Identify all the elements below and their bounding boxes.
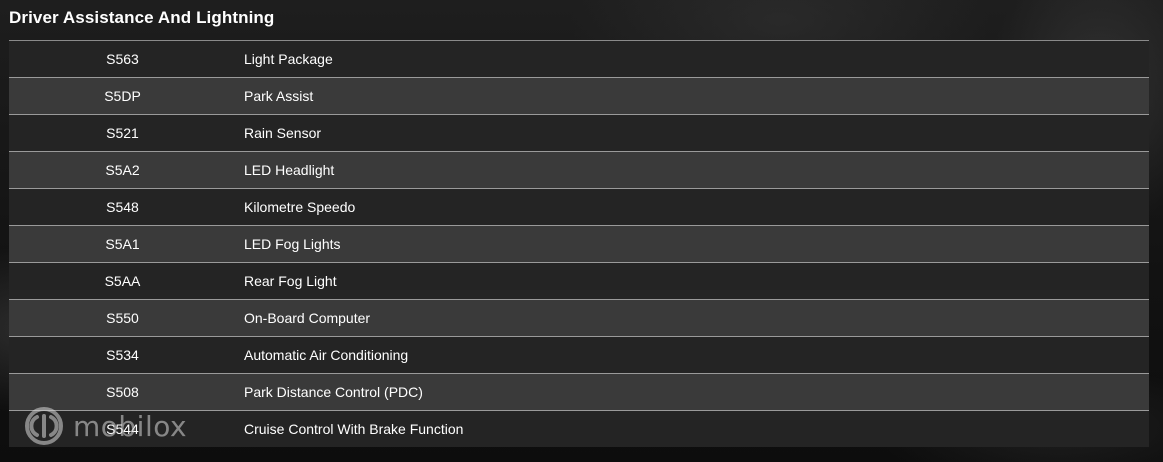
watermark-text: mobilox xyxy=(73,409,188,443)
feature-code: S5AA xyxy=(104,273,141,289)
feature-code: S5DP xyxy=(104,88,141,104)
table-row: S5A1 LED Fog Lights xyxy=(9,226,1149,263)
feature-code: S550 xyxy=(106,310,139,326)
feature-code: S5A2 xyxy=(105,162,140,178)
table-row: S550 On-Board Computer xyxy=(9,300,1149,337)
table-row: S521 Rain Sensor xyxy=(9,115,1149,152)
feature-code: S548 xyxy=(106,199,139,215)
feature-description: Park Distance Control (PDC) xyxy=(244,384,423,400)
feature-description: On-Board Computer xyxy=(244,310,371,326)
feature-code: S563 xyxy=(106,51,139,67)
watermark: mobilox xyxy=(24,406,187,446)
feature-description: LED Fog Lights xyxy=(244,236,341,252)
feature-code: S5A1 xyxy=(105,236,140,252)
feature-description: Kilometre Speedo xyxy=(244,199,356,215)
table-row: S563 Light Package xyxy=(9,41,1149,78)
table-row: S548 Kilometre Speedo xyxy=(9,189,1149,226)
table-row: S5DP Park Assist xyxy=(9,78,1149,115)
feature-code: S521 xyxy=(106,125,139,141)
feature-description: Rear Fog Light xyxy=(244,273,337,289)
feature-description: LED Headlight xyxy=(244,162,335,178)
table-row: S5AA Rear Fog Light xyxy=(9,263,1149,300)
feature-table: S563 Light Package S5DP Park Assist S521… xyxy=(9,40,1149,447)
section-title: Driver Assistance And Lightning xyxy=(9,8,275,27)
table-row: S534 Automatic Air Conditioning xyxy=(9,337,1149,374)
mobilox-logo-icon xyxy=(25,407,63,445)
feature-description: Cruise Control With Brake Function xyxy=(244,421,464,437)
feature-description: Park Assist xyxy=(244,88,314,104)
feature-description: Light Package xyxy=(244,51,333,67)
feature-description: Rain Sensor xyxy=(244,125,322,141)
table-row: S5A2 LED Headlight xyxy=(9,152,1149,189)
feature-code: S534 xyxy=(106,347,139,363)
feature-code: S508 xyxy=(106,384,139,400)
feature-description: Automatic Air Conditioning xyxy=(244,347,409,363)
